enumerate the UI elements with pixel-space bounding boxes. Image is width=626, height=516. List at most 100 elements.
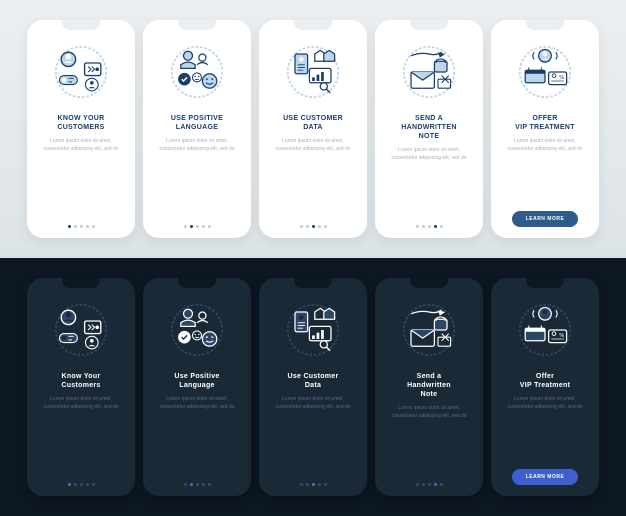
dot[interactable] [324,225,327,228]
dot[interactable] [324,483,327,486]
dot[interactable] [190,225,193,228]
dot[interactable] [196,225,199,228]
screen-title: SEND A HANDWRITTEN NOTE [401,114,456,141]
screen-title: USE CUSTOMER DATA [283,114,343,132]
dot[interactable] [68,483,71,486]
dot[interactable] [68,225,71,228]
dot[interactable] [74,225,77,228]
screen-body: Lorem ipsum dolor sit amet, consectetur … [381,147,477,225]
onboarding-light-row: KNOW YOUR CUSTOMERS Lorem ipsum dolor si… [0,0,626,258]
dot[interactable] [92,483,95,486]
learn-more-button[interactable]: LEARN MORE [512,211,579,227]
dot[interactable] [416,225,419,228]
screen-title: OFFER VIP TREATMENT [515,114,575,132]
onboarding-screen-4: SEND A HANDWRITTEN NOTE Lorem ipsum dolo… [375,20,483,238]
dot[interactable] [300,225,303,228]
screen-title: KNOW YOUR CUSTOMERS [57,114,104,132]
pagination-dots [68,483,95,486]
onboarding-screen-4-dark: Send a Handwritten Note Lorem ipsum dolo… [375,278,483,496]
pagination-dots [300,483,327,486]
dot[interactable] [92,225,95,228]
dot[interactable] [428,225,431,228]
screen-body: Lorem ipsum dolor sit amet, consectetur … [33,396,129,483]
phone-notch [410,20,448,30]
dot[interactable] [202,483,205,486]
onboarding-screen-3: USE CUSTOMER DATA Lorem ipsum dolor sit … [259,20,367,238]
dot[interactable] [196,483,199,486]
learn-more-button[interactable]: LEARN MORE [512,469,579,485]
dot[interactable] [312,225,315,228]
dot[interactable] [208,483,211,486]
dot[interactable] [440,483,443,486]
dot[interactable] [80,225,83,228]
dot[interactable] [184,483,187,486]
screen-title: Send a Handwritten Note [407,372,451,399]
dot[interactable] [434,483,437,486]
positive-language-icon [161,36,233,108]
handwritten-note-icon [393,36,465,108]
dot[interactable] [422,483,425,486]
phone-notch [294,278,332,288]
pagination-dots [416,483,443,486]
pagination-dots [184,483,211,486]
dot[interactable] [422,225,425,228]
screen-body: Lorem ipsum dolor sit amet, consectetur … [497,138,593,211]
onboarding-dark-row: Know Your Customers Lorem ipsum dolor si… [0,258,626,516]
dot[interactable] [300,483,303,486]
dot[interactable] [416,483,419,486]
dot[interactable] [208,225,211,228]
screen-title: Offer VIP Treatment [520,372,570,390]
onboarding-screen-2-dark: Use Positive Language Lorem ipsum dolor … [143,278,251,496]
svg-text:%: % [559,75,564,81]
phone-notch [294,20,332,30]
customer-data-icon [277,294,349,366]
vip-treatment-icon: % [509,36,581,108]
onboarding-screen-2: USE POSITIVE LANGUAGE Lorem ipsum dolor … [143,20,251,238]
pagination-dots [68,225,95,228]
phone-notch [526,20,564,30]
pagination-dots [416,225,443,228]
onboarding-screen-5: % OFFER VIP TREATMENT Lorem ipsum dolor … [491,20,599,238]
dot[interactable] [74,483,77,486]
dot[interactable] [434,225,437,228]
phone-notch [62,20,100,30]
dot[interactable] [190,483,193,486]
phone-notch [526,278,564,288]
dot[interactable] [80,483,83,486]
pagination-dots [300,225,327,228]
dot[interactable] [428,483,431,486]
dot[interactable] [318,483,321,486]
positive-language-icon [161,294,233,366]
screen-body: Lorem ipsum dolor sit amet, consectetur … [497,396,593,469]
screen-title: Use Customer Data [287,372,338,390]
dot[interactable] [184,225,187,228]
phone-notch [178,20,216,30]
dot[interactable] [312,483,315,486]
screen-title: Use Positive Language [174,372,219,390]
screen-title: Know Your Customers [61,372,100,390]
screen-title: USE POSITIVE LANGUAGE [171,114,223,132]
onboarding-screen-3-dark: Use Customer Data Lorem ipsum dolor sit … [259,278,367,496]
screen-body: Lorem ipsum dolor sit amet, consectetur … [381,405,477,483]
dot[interactable] [318,225,321,228]
know-customers-icon [45,36,117,108]
phone-notch [410,278,448,288]
screen-body: Lorem ipsum dolor sit amet, consectetur … [265,396,361,483]
phone-notch [178,278,216,288]
pagination-dots [184,225,211,228]
screen-body: Lorem ipsum dolor sit amet, consectetur … [265,138,361,225]
dot[interactable] [202,225,205,228]
dot[interactable] [306,483,309,486]
onboarding-screen-1: KNOW YOUR CUSTOMERS Lorem ipsum dolor si… [27,20,135,238]
screen-body: Lorem ipsum dolor sit amet, consectetur … [33,138,129,225]
screen-body: Lorem ipsum dolor sit amet, consectetur … [149,138,245,225]
dot[interactable] [306,225,309,228]
dot[interactable] [86,225,89,228]
onboarding-screen-1-dark: Know Your Customers Lorem ipsum dolor si… [27,278,135,496]
dot[interactable] [86,483,89,486]
dot[interactable] [440,225,443,228]
svg-text:%: % [559,333,564,339]
onboarding-screen-5-dark: % Offer VIP Treatment Lorem ipsum dolor … [491,278,599,496]
customer-data-icon [277,36,349,108]
phone-notch [62,278,100,288]
